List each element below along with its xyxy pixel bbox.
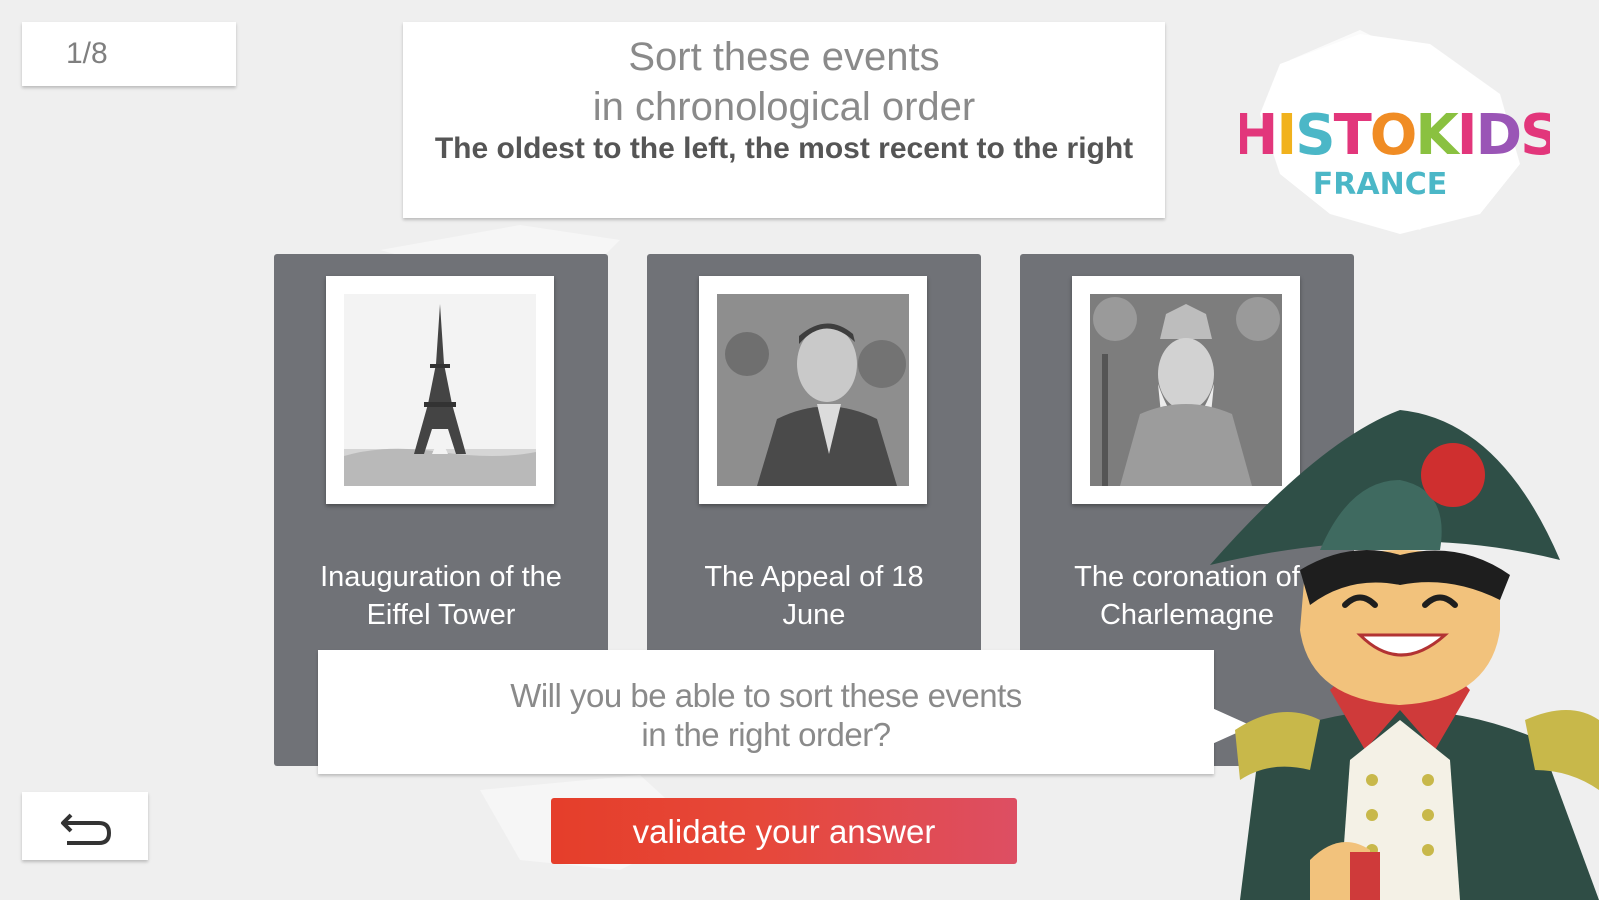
speech-line1: Will you be able to sort these events [510, 677, 1022, 714]
event-label: Inauguration of the Eiffel Tower [284, 558, 598, 634]
svg-text:FRANCE: FRANCE [1313, 167, 1447, 202]
eiffel-tower-photo [326, 276, 554, 504]
speech-bubble: Will you be able to sort these events in… [318, 650, 1214, 774]
de-gaulle-photo [699, 276, 927, 504]
svg-text:HISTOKIDS: HISTOKIDS [1240, 103, 1550, 168]
instructions-title-line2: in chronological order [592, 85, 976, 129]
question-counter: 1/8 [22, 22, 236, 86]
histokids-logo: HISTOKIDS FRANCE [1240, 34, 1550, 234]
event-label-line1: Inauguration of the [320, 561, 562, 593]
back-button[interactable] [22, 792, 148, 860]
event-label-line2: June [782, 599, 846, 631]
back-arrow-icon [61, 813, 112, 845]
napoleon-mascot [1210, 410, 1599, 900]
instructions-title-line1: Sort these events [628, 35, 940, 79]
event-label-line1: The Appeal of 18 [704, 561, 924, 593]
speech-line2: in the right order? [641, 716, 891, 753]
instructions-title: Sort these events in chronological order [403, 32, 1165, 132]
event-label-line2: Eiffel Tower [366, 599, 516, 631]
event-label: The Appeal of 18 June [657, 558, 971, 634]
instructions-panel: Sort these events in chronological order… [403, 22, 1165, 218]
instructions-subtitle: The oldest to the left, the most recent … [434, 132, 1134, 165]
validate-answer-button[interactable]: validate your answer [551, 798, 1017, 864]
